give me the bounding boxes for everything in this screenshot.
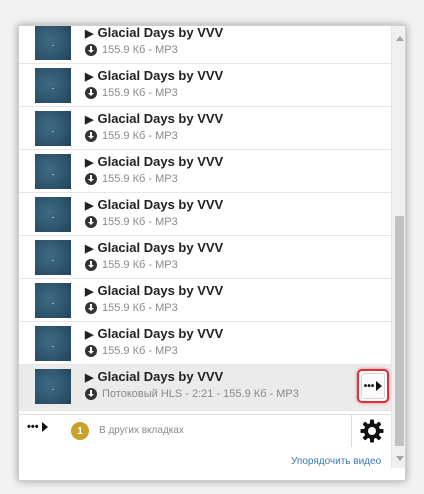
scroll-down-icon[interactable] <box>396 456 404 461</box>
track-row[interactable]: ▶ Glacial Days by VVV 155.9 Кб - MP3 <box>19 279 391 322</box>
play-icon: ▶ <box>85 329 94 341</box>
track-row[interactable]: ▶ Glacial Days by VVV 155.9 Кб - MP3 <box>19 150 391 193</box>
track-thumbnail <box>35 154 71 189</box>
media-download-panel: ▶ Glacial Days by VVV 155.9 Кб - MP3 ▶ Gla… <box>18 25 406 481</box>
track-meta: 155.9 Кб - MP3 <box>85 173 178 185</box>
track-meta: 155.9 Кб - MP3 <box>85 87 178 99</box>
track-thumbnail <box>35 197 71 232</box>
track-meta: 155.9 Кб - MP3 <box>85 345 178 357</box>
scroll-up-icon[interactable] <box>396 36 404 41</box>
track-title[interactable]: ▶ Glacial Days by VVV <box>85 326 223 341</box>
track-meta: 155.9 Кб - MP3 <box>85 259 178 271</box>
arrow-right-icon <box>41 422 48 432</box>
track-title[interactable]: ▶ Glacial Days by VVV <box>85 240 223 255</box>
play-icon: ▶ <box>85 286 94 298</box>
play-icon: ▶ <box>85 114 94 126</box>
track-title[interactable]: ▶ Glacial Days by VVV <box>85 111 223 126</box>
track-row[interactable]: ▶ Glacial Days by VVV 155.9 Кб - MP3 <box>19 26 391 64</box>
arrow-right-icon <box>376 381 383 391</box>
track-title[interactable]: ▶ Glacial Days by VVV <box>85 197 223 212</box>
download-icon[interactable] <box>85 345 97 357</box>
track-title[interactable]: ▶ Glacial Days by VVV <box>85 68 223 83</box>
track-row[interactable]: ▶ Glacial Days by VVV 155.9 Кб - MP3 <box>19 236 391 279</box>
track-row[interactable]: ▶ Glacial Days by VVV 155.9 Кб - MP3 <box>19 64 391 107</box>
track-more-button-inner: ••• <box>361 373 385 399</box>
play-icon: ▶ <box>85 372 94 384</box>
download-icon[interactable] <box>85 130 97 142</box>
track-meta: Потоковый HLS - 2:21 - 155.9 Кб - MP3 <box>85 388 299 400</box>
track-row[interactable]: ▶ Glacial Days by VVV 155.9 Кб - MP3 <box>19 193 391 236</box>
download-icon[interactable] <box>85 87 97 99</box>
settings-button[interactable] <box>351 415 391 447</box>
gear-icon <box>360 419 383 443</box>
track-meta: 155.9 Кб - MP3 <box>85 44 178 56</box>
download-icon[interactable] <box>85 216 97 228</box>
other-tabs-count-badge: 1 <box>71 422 89 440</box>
track-title[interactable]: ▶ Glacial Days by VVV <box>85 154 223 169</box>
download-icon[interactable] <box>85 302 97 314</box>
download-icon[interactable] <box>85 388 97 400</box>
track-thumbnail <box>35 111 71 146</box>
play-icon: ▶ <box>85 28 94 40</box>
track-thumbnail <box>35 283 71 318</box>
track-row-active[interactable]: ▶ Glacial Days by VVV Потоковый HLS - 2:2… <box>19 365 391 411</box>
track-title[interactable]: ▶ Glacial Days by VVV <box>85 369 223 384</box>
track-thumbnail <box>35 68 71 103</box>
download-icon[interactable] <box>85 259 97 271</box>
more-dots-icon: ••• <box>363 380 375 392</box>
download-icon[interactable] <box>85 44 97 56</box>
track-meta: 155.9 Кб - MP3 <box>85 302 178 314</box>
track-thumbnail <box>35 369 71 404</box>
track-title[interactable]: ▶ Glacial Days by VVV <box>85 283 223 298</box>
play-icon: ▶ <box>85 200 94 212</box>
bottom-bar: ••• 1 В других вкладках <box>19 414 391 447</box>
scrollbar[interactable] <box>391 26 405 468</box>
play-icon: ▶ <box>85 157 94 169</box>
play-icon: ▶ <box>85 243 94 255</box>
track-row[interactable]: ▶ Glacial Days by VVV 155.9 Кб - MP3 <box>19 107 391 150</box>
track-row[interactable]: ▶ Glacial Days by VVV 155.9 Кб - MP3 <box>19 322 391 365</box>
more-dots-icon: ••• <box>27 421 39 433</box>
track-thumbnail <box>35 240 71 275</box>
download-icon[interactable] <box>85 173 97 185</box>
track-thumbnail <box>35 26 71 60</box>
track-meta: 155.9 Кб - MP3 <box>85 130 178 142</box>
scrollbar-thumb[interactable] <box>395 216 404 446</box>
track-title[interactable]: ▶ Glacial Days by VVV <box>85 26 223 40</box>
bottom-more-button[interactable]: ••• <box>27 421 48 433</box>
track-more-button[interactable]: ••• <box>357 369 389 403</box>
track-thumbnail <box>35 326 71 361</box>
sort-videos-link[interactable]: Упорядочить видео <box>291 456 381 467</box>
track-meta: 155.9 Кб - MP3 <box>85 216 178 228</box>
other-tabs-label[interactable]: В других вкладках <box>99 425 184 436</box>
popup-window: ▶ Glacial Days by VVV 155.9 Кб - MP3 ▶ Gla… <box>0 0 424 494</box>
play-icon: ▶ <box>85 71 94 83</box>
